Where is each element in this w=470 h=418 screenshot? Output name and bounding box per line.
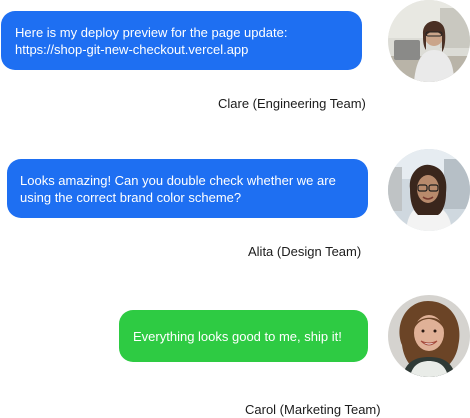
avatar-clare [388, 0, 470, 82]
avatar-alita [388, 149, 470, 231]
message-text: Everything looks good to me, ship it! [133, 328, 342, 344]
author-name: Clare (Engineering Team) [218, 96, 366, 111]
woman-with-glasses-photo [388, 149, 470, 231]
message-text: Looks amazing! Can you double check whet… [20, 172, 336, 205]
chat-bubble-carol: Everything looks good to me, ship it! [119, 310, 368, 362]
author-name: Alita (Design Team) [248, 244, 362, 259]
chat-bubble-alita: Looks amazing! Can you double check whet… [7, 159, 368, 218]
chat-bubble-clare: Here is my deploy preview for the page u… [1, 11, 362, 70]
smiling-woman-curly-hair-photo [388, 295, 470, 377]
message-text: Here is my deploy preview for the page u… [15, 24, 288, 57]
woman-at-laptop-photo [388, 0, 470, 82]
avatar-carol [388, 295, 470, 377]
author-name: Carol (Marketing Team) [245, 402, 381, 417]
